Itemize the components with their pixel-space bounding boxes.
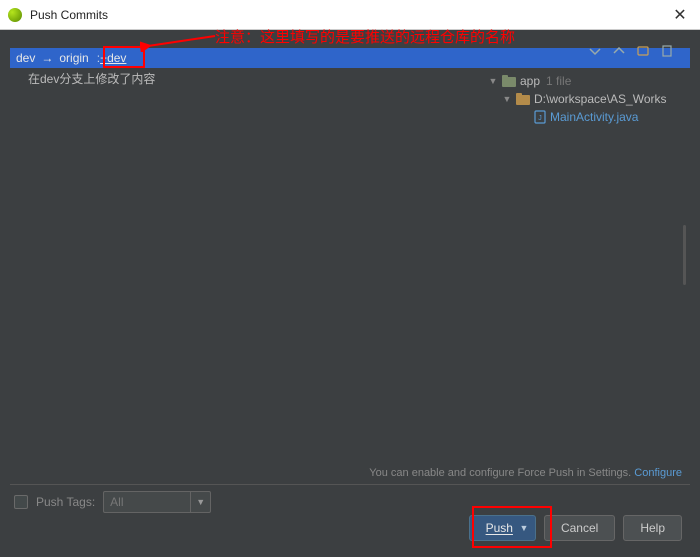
push-tags-value: All <box>110 495 123 509</box>
dialog-content: dev → origin : +dev 在dev分支上修改了内容 ▼ app 1… <box>0 30 700 557</box>
separator <box>10 484 690 485</box>
titlebar: Push Commits ✕ <box>0 0 700 30</box>
commit-message: 在dev分支上修改了内容 <box>28 70 155 87</box>
hint-text: You can enable and configure Force Push … <box>369 467 631 479</box>
configure-link[interactable]: Configure <box>634 467 682 479</box>
push-tags-checkbox[interactable] <box>14 495 28 509</box>
help-button[interactable]: Help <box>623 515 682 541</box>
show-diff-icon[interactable] <box>658 42 676 60</box>
chevron-down-icon[interactable]: ▼ <box>489 76 498 86</box>
chevron-down-icon[interactable]: ▼ <box>503 94 512 104</box>
force-push-hint: You can enable and configure Force Push … <box>369 467 682 479</box>
group-by-icon[interactable] <box>634 42 652 60</box>
remote-branch-input[interactable]: +dev <box>100 51 126 65</box>
tree-folder-label: D:\workspace\AS_Works <box>534 92 667 106</box>
tree-folder[interactable]: ▼ D:\workspace\AS_Works <box>488 90 688 108</box>
svg-text:J: J <box>538 115 542 122</box>
push-tags-label: Push Tags: <box>36 495 95 509</box>
app-icon <box>8 8 22 22</box>
push-tags-row: Push Tags: All ▼ <box>14 491 211 513</box>
tree-root[interactable]: ▼ app 1 file <box>488 72 688 90</box>
expand-all-icon[interactable] <box>586 42 604 60</box>
tree-root-label: app <box>520 74 540 88</box>
push-tags-select[interactable]: All ▼ <box>103 491 211 513</box>
chevron-down-icon[interactable]: ▼ <box>517 516 531 540</box>
cancel-button[interactable]: Cancel <box>544 515 615 541</box>
file-tree: ▼ app 1 file ▼ D:\workspace\AS_Works J M… <box>488 72 688 452</box>
scrollbar[interactable] <box>683 225 686 285</box>
window-title: Push Commits <box>30 8 692 22</box>
tree-toolbar <box>586 42 676 60</box>
tree-root-count: 1 file <box>546 74 571 88</box>
close-button[interactable]: ✕ <box>660 0 700 30</box>
remote-name: origin <box>59 51 88 65</box>
button-bar: Push ▼ Cancel Help <box>469 515 682 541</box>
folder-icon <box>516 93 530 105</box>
push-button-label: Push <box>486 521 513 535</box>
java-file-icon: J <box>534 110 546 124</box>
tree-file-label: MainActivity.java <box>550 110 638 124</box>
module-icon <box>502 75 516 87</box>
local-branch: dev <box>16 51 35 65</box>
chevron-down-icon: ▼ <box>190 492 210 512</box>
collapse-all-icon[interactable] <box>610 42 628 60</box>
tree-file[interactable]: J MainActivity.java <box>488 108 688 126</box>
push-button[interactable]: Push ▼ <box>469 515 536 541</box>
branch-arrow-icon: → <box>41 51 53 65</box>
